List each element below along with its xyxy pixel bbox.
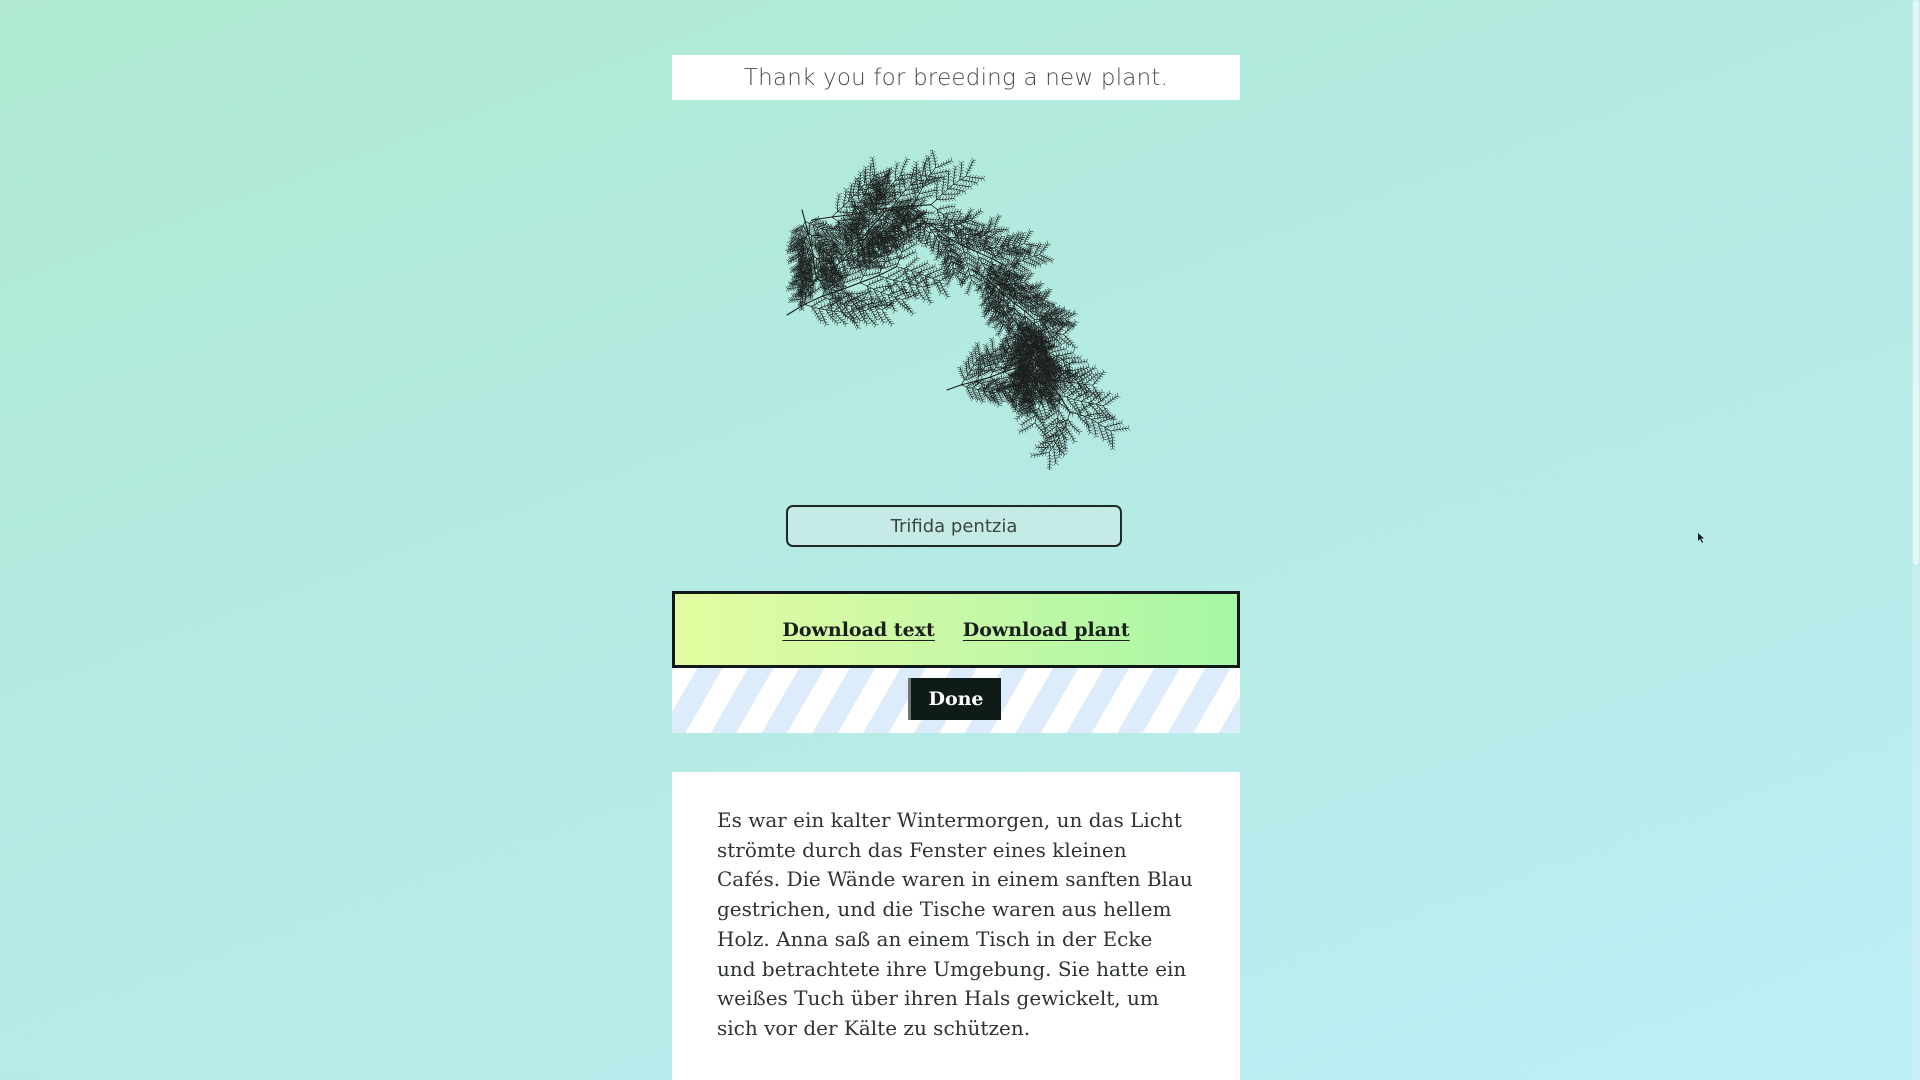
plant-icon — [772, 150, 1142, 470]
scrollbar-track[interactable] — [1912, 0, 1920, 1080]
thank-you-banner: Thank you for breeding a new plant. — [672, 55, 1240, 100]
story-paragraph: Es war ein kalter Wintermorgen, un das L… — [717, 806, 1196, 1044]
download-plant-link[interactable]: Download plant — [963, 619, 1130, 641]
story-card: Es war ein kalter Wintermorgen, un das L… — [672, 772, 1240, 1080]
done-strip: Done — [672, 668, 1240, 733]
scrollbar-thumb[interactable] — [1913, 0, 1919, 565]
thank-you-message: Thank you for breeding a new plant. — [744, 65, 1168, 91]
mouse-cursor-icon — [1698, 533, 1706, 543]
download-bar: Download text Download plant — [672, 591, 1240, 668]
done-button[interactable]: Done — [911, 678, 1001, 720]
download-text-link[interactable]: Download text — [782, 619, 934, 641]
plant-name-text: Trifida pentzia — [891, 516, 1018, 537]
plant-name-field[interactable]: Trifida pentzia — [786, 505, 1122, 547]
plant-drawing — [772, 150, 1142, 470]
